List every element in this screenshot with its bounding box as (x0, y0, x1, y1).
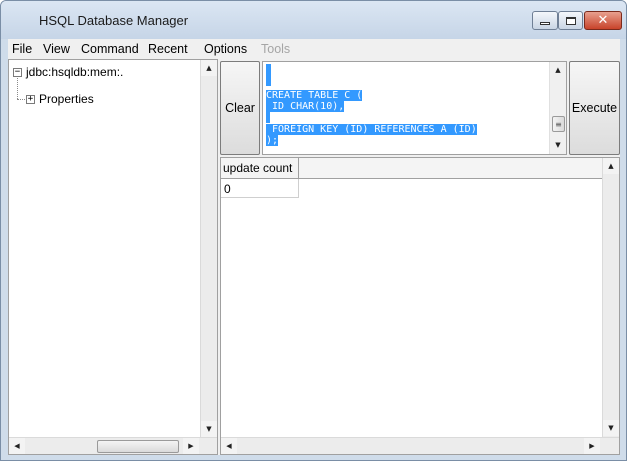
sql-line-text: FOREIGN KEY (ID) REFERENCES A (ID) (266, 124, 477, 135)
sql-editor[interactable]: CREATE TABLE C ( ID CHAR(10), FOREIGN KE… (262, 61, 567, 155)
results-horizontal-scrollbar[interactable]: ◀ ▶ (221, 437, 619, 454)
menu-file[interactable]: File (12, 42, 32, 56)
menu-recent[interactable]: Recent (148, 42, 188, 56)
editor-vertical-scrollbar[interactable]: ▲ ≡ ▼ (549, 62, 566, 154)
scroll-thumb[interactable] (97, 440, 179, 453)
grip-icon: ≡ (555, 119, 562, 129)
scroll-down-icon[interactable]: ▼ (201, 421, 217, 437)
title-bar[interactable]: HSQL Database Manager ✕ (1, 1, 626, 39)
scroll-thumb[interactable]: ≡ (552, 116, 565, 132)
scroll-down-icon[interactable]: ▼ (603, 420, 619, 436)
scroll-up-icon[interactable]: ▲ (603, 158, 619, 174)
menu-command[interactable]: Command (81, 42, 139, 56)
sql-line: ID CHAR(10), (266, 101, 345, 112)
column-header[interactable]: update count (221, 158, 299, 179)
scroll-left-icon[interactable]: ◀ (9, 438, 25, 454)
clear-button[interactable]: Clear (220, 61, 260, 155)
sql-line-text: ); (266, 135, 279, 146)
tree-vertical-scrollbar[interactable]: ▲ ▼ (200, 60, 217, 437)
close-icon: ✕ (597, 13, 609, 28)
minimize-icon (540, 22, 550, 25)
maximize-button[interactable] (558, 11, 583, 30)
sql-line: CREATE TABLE C ( (266, 90, 363, 101)
tree-node-properties[interactable]: Properties (39, 92, 94, 106)
scroll-up-icon[interactable]: ▲ (550, 62, 566, 78)
maximize-icon (565, 16, 576, 25)
execute-button[interactable]: Execute (569, 61, 620, 155)
schema-tree[interactable]: − jdbc:hsqldb:mem:. + Properties ▲ ▼ ◀ ▶ (8, 59, 218, 455)
menu-bar: File View Command Recent Options Tools (8, 39, 620, 59)
results-vertical-scrollbar[interactable]: ▲ ▼ (602, 158, 619, 437)
menu-view[interactable]: View (43, 42, 70, 56)
menu-options[interactable]: Options (204, 42, 247, 56)
sql-line: FOREIGN KEY (ID) REFERENCES A (ID) (266, 124, 477, 135)
scroll-down-icon[interactable]: ▼ (550, 137, 566, 153)
scroll-up-icon[interactable]: ▲ (201, 60, 217, 76)
sql-line-text: CREATE TABLE C ( (266, 90, 363, 101)
close-button[interactable]: ✕ (584, 11, 622, 30)
scroll-right-icon[interactable]: ▶ (183, 438, 199, 454)
sql-line-text: ID CHAR(10), (266, 101, 345, 112)
results-table[interactable]: update count 0 ▲ ▼ ◀ ▶ (220, 157, 620, 455)
collapse-icon[interactable]: − (13, 68, 22, 77)
tree-horizontal-scrollbar[interactable]: ◀ ▶ (9, 437, 217, 454)
scroll-right-icon[interactable]: ▶ (584, 438, 600, 454)
header-filler (299, 158, 603, 179)
minimize-button[interactable] (532, 11, 558, 30)
selection-highlight (266, 64, 271, 86)
command-area: Clear CREATE TABLE C ( ID CHAR(10), FORE… (220, 59, 620, 155)
expand-icon[interactable]: + (26, 95, 35, 104)
scroll-left-icon[interactable]: ◀ (221, 438, 237, 454)
sql-line: ); (266, 135, 279, 146)
sql-line-text (266, 112, 270, 123)
menu-tools: Tools (261, 42, 291, 56)
client-area: File View Command Recent Options Tools −… (8, 39, 620, 455)
window-title: HSQL Database Manager (39, 13, 189, 28)
table-cell[interactable]: 0 (221, 179, 299, 198)
tree-node-connection[interactable]: jdbc:hsqldb:mem:. (26, 65, 123, 79)
app-window: HSQL Database Manager ✕ File View Comman… (0, 0, 627, 461)
